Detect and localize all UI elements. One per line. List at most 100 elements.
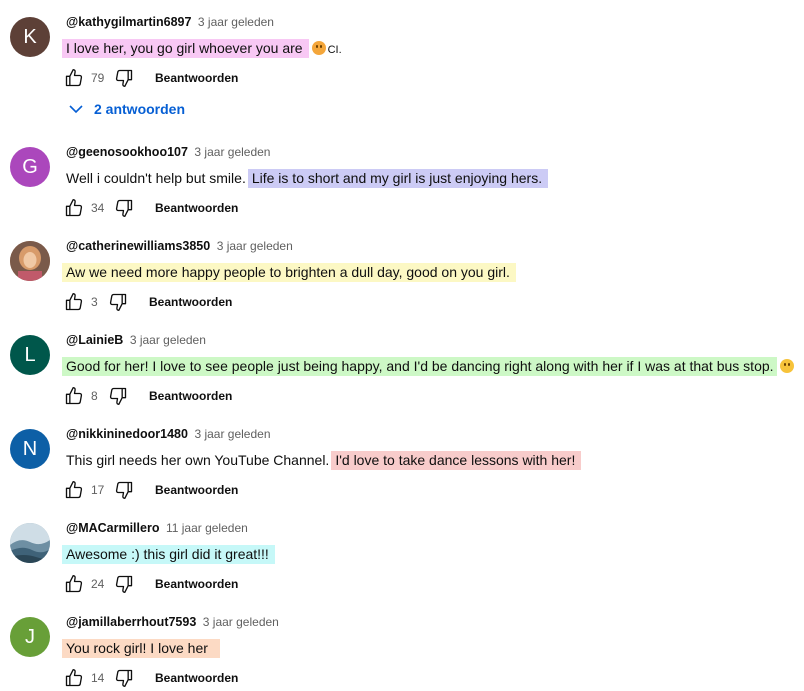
view-replies-button[interactable]: 2 antwoorden: [68, 101, 185, 117]
avatar[interactable]: N: [10, 429, 50, 469]
comment-time[interactable]: 3 jaar geleden: [198, 15, 274, 29]
thumbs-down-icon: [115, 199, 133, 217]
kiss-emoji-icon: [311, 41, 326, 55]
avatar[interactable]: L: [10, 335, 50, 375]
comment-actions: 34 Beantwoorden: [63, 197, 238, 219]
comment-time[interactable]: 3 jaar geleden: [203, 615, 279, 629]
dislike-button[interactable]: [113, 573, 135, 595]
author-name[interactable]: @nikkininedoor1480: [66, 427, 188, 441]
like-button[interactable]: [63, 67, 85, 89]
like-button[interactable]: [63, 291, 85, 313]
like-button[interactable]: [63, 667, 85, 689]
highlighted-text: I love her, you go girl whoever you are: [62, 39, 309, 58]
replies-label: 2 antwoorden: [94, 101, 186, 117]
dislike-button[interactable]: [107, 385, 129, 407]
like-count: 3: [91, 295, 98, 309]
comment-text: Aw we need more happy people to brighten…: [62, 261, 516, 283]
comment-text: Well i couldn't help but smile. Life is t…: [62, 167, 549, 189]
smile-emoji-icon: [779, 359, 794, 373]
thumbs-up-icon: [65, 387, 83, 405]
comment-time[interactable]: 3 jaar geleden: [130, 333, 206, 347]
thumbs-down-icon: [115, 69, 133, 88]
reply-button[interactable]: Beantwoorden: [155, 577, 238, 591]
thumbs-down-icon: [109, 293, 127, 311]
avatar[interactable]: G: [10, 147, 50, 187]
thumbs-down-icon: [115, 669, 133, 687]
like-button[interactable]: [63, 385, 85, 407]
thumbs-up-icon: [65, 293, 83, 311]
like-count: 17: [91, 483, 105, 497]
comment-actions: 14 Beantwoorden: [63, 667, 238, 689]
comment-actions: 79 Beantwoorden: [63, 67, 238, 89]
thumbs-down-icon: [115, 575, 133, 593]
reply-button[interactable]: Beantwoorden: [155, 201, 238, 215]
chevron-down-icon: [69, 105, 83, 114]
author-name[interactable]: @geenosookhoo107: [66, 145, 188, 159]
comment-actions: 8 Beantwoorden: [63, 385, 232, 407]
comment-text: Good for her! I love to see people just …: [62, 355, 794, 377]
comment-text: This girl needs her own YouTube Channel.…: [62, 449, 582, 471]
highlighted-text: You rock girl! I love her: [62, 639, 220, 658]
comment-actions: 17 Beantwoorden: [63, 479, 238, 501]
dislike-button[interactable]: [113, 67, 135, 89]
highlighted-text: Good for her! I love to see people just …: [62, 357, 777, 376]
reply-button[interactable]: Beantwoorden: [149, 389, 232, 403]
comment-header: @LainieB 3 jaar geleden: [66, 333, 206, 347]
avatar[interactable]: [10, 523, 50, 563]
highlighted-text: Life is to short and my girl is just enj…: [247, 169, 549, 188]
thumbs-down-icon: [109, 387, 127, 405]
like-button[interactable]: [63, 479, 85, 501]
comment-time[interactable]: 11 jaar geleden: [166, 521, 248, 535]
highlighted-text: Aw we need more happy people to brighten…: [62, 263, 516, 282]
reply-button[interactable]: Beantwoorden: [155, 71, 238, 85]
avatar[interactable]: K: [10, 17, 50, 57]
like-button[interactable]: [63, 573, 85, 595]
avatar[interactable]: J: [10, 617, 50, 657]
dislike-button[interactable]: [113, 197, 135, 219]
author-name[interactable]: @jamillaberrhout7593: [66, 615, 196, 629]
like-count: 24: [91, 577, 105, 591]
comment-time[interactable]: 3 jaar geleden: [194, 145, 270, 159]
like-count: 8: [91, 389, 98, 403]
comment-header: @geenosookhoo107 3 jaar geleden: [66, 145, 270, 159]
like-count: 79: [91, 71, 105, 85]
comment-header: @jamillaberrhout7593 3 jaar geleden: [66, 615, 279, 629]
highlighted-text: I'd love to take dance lessons with her!: [331, 451, 582, 470]
comment-header: @MACarmillero 11 jaar geleden: [66, 521, 248, 535]
comment-actions: 24 Beantwoorden: [63, 573, 238, 595]
comment-header: @catherinewilliams3850 3 jaar geleden: [66, 239, 293, 253]
comment-text: Awesome :) this girl did it great!!!: [62, 543, 275, 565]
author-name[interactable]: @MACarmillero: [66, 521, 159, 535]
reply-button[interactable]: Beantwoorden: [155, 671, 238, 685]
text-suffix: CI.: [327, 44, 342, 56]
like-count: 14: [91, 671, 105, 685]
reply-button[interactable]: Beantwoorden: [149, 295, 232, 309]
user-photo-icon: [10, 241, 50, 281]
dislike-button[interactable]: [113, 667, 135, 689]
like-count: 34: [91, 201, 105, 215]
plain-text: This girl needs her own YouTube Channel.: [66, 452, 330, 468]
author-name[interactable]: @LainieB: [66, 333, 123, 347]
author-name[interactable]: @catherinewilliams3850: [66, 239, 210, 253]
comment-header: @nikkininedoor1480 3 jaar geleden: [66, 427, 271, 441]
like-button[interactable]: [63, 197, 85, 219]
thumbs-up-icon: [65, 481, 83, 499]
comment-time[interactable]: 3 jaar geleden: [194, 427, 270, 441]
user-photo-icon: [10, 523, 50, 563]
comment-text: I love her, you go girl whoever you are C…: [62, 37, 342, 61]
comment-text: You rock girl! I love her: [62, 637, 220, 659]
thumbs-down-icon: [115, 481, 133, 499]
reply-button[interactable]: Beantwoorden: [155, 483, 238, 497]
thumbs-up-icon: [65, 69, 83, 87]
dislike-button[interactable]: [107, 291, 129, 313]
dislike-button[interactable]: [113, 479, 135, 501]
comment-time[interactable]: 3 jaar geleden: [217, 239, 293, 253]
author-name[interactable]: @kathygilmartin6897: [66, 15, 191, 29]
thumbs-up-icon: [65, 669, 83, 687]
comment-header: @kathygilmartin6897 3 jaar geleden: [66, 15, 274, 29]
thumbs-up-icon: [65, 575, 83, 593]
highlighted-text: Awesome :) this girl did it great!!!: [62, 545, 275, 564]
thumbs-up-icon: [65, 199, 83, 217]
plain-text: Well i couldn't help but smile.: [66, 170, 246, 186]
avatar[interactable]: [10, 241, 50, 281]
